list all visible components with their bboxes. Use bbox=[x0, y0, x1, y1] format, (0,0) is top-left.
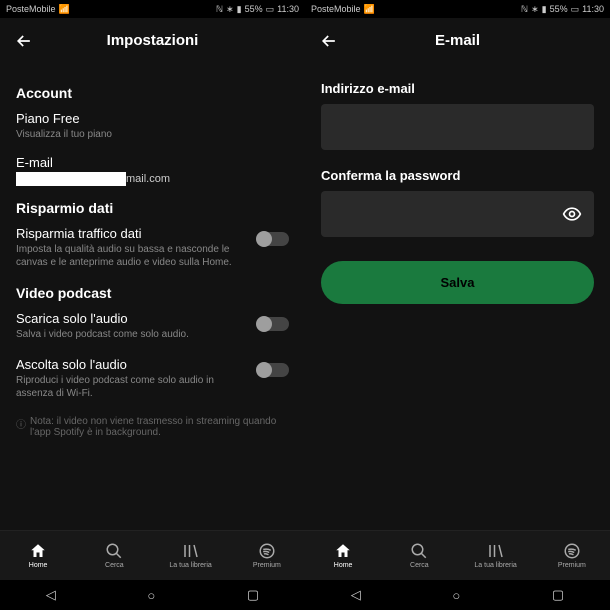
section-account: Account bbox=[16, 85, 289, 101]
nav-back[interactable]: ◁ bbox=[351, 587, 361, 603]
library-icon bbox=[182, 542, 200, 560]
plan-sub: Visualizza il tuo piano bbox=[16, 128, 289, 141]
time-label: 11:30 bbox=[582, 4, 604, 14]
listen-audio-title: Ascolta solo l'audio bbox=[16, 357, 247, 372]
note-text: Nota: il video non viene trasmesso in st… bbox=[30, 416, 289, 438]
tab-bar: Home Cerca La tua libreria Premium bbox=[305, 530, 610, 580]
nfc-icon: ℕ bbox=[216, 4, 223, 15]
password-field-label: Conferma la password bbox=[321, 168, 594, 183]
battery-icon: ▭ bbox=[266, 4, 275, 15]
data-saver-row: Risparmia traffico dati Imposta la quali… bbox=[16, 226, 289, 269]
tab-search-label: Cerca bbox=[410, 562, 429, 569]
carrier-label: PosteMobile bbox=[311, 4, 361, 14]
password-input[interactable] bbox=[321, 191, 594, 237]
tab-premium[interactable]: Premium bbox=[229, 531, 305, 580]
back-button[interactable] bbox=[14, 31, 34, 51]
download-audio-sub: Salva i video podcast come solo audio. bbox=[16, 328, 247, 341]
bluetooth-icon: ∗ bbox=[531, 4, 539, 15]
signal-icon: ▮ bbox=[542, 4, 547, 15]
email-tail: mail.com bbox=[126, 173, 170, 185]
header: E-mail bbox=[305, 18, 610, 63]
page-title: Impostazioni bbox=[107, 32, 199, 49]
tab-premium-label: Premium bbox=[253, 562, 281, 569]
signal-icon: ▮ bbox=[237, 4, 242, 15]
wifi-icon: 📶 bbox=[59, 4, 70, 15]
tab-library-label: La tua libreria bbox=[169, 562, 211, 569]
tab-bar: Home Cerca La tua libreria Premium bbox=[0, 530, 305, 580]
save-button-label: Salva bbox=[441, 275, 475, 290]
download-audio-title: Scarica solo l'audio bbox=[16, 311, 247, 326]
home-icon bbox=[334, 542, 352, 560]
carrier-label: PosteMobile bbox=[6, 4, 56, 14]
spotify-icon bbox=[563, 542, 581, 560]
spotify-icon bbox=[258, 542, 276, 560]
listen-audio-toggle[interactable] bbox=[257, 363, 289, 377]
tab-library[interactable]: La tua libreria bbox=[153, 531, 229, 580]
show-password-icon[interactable] bbox=[562, 204, 582, 224]
nav-home[interactable]: ○ bbox=[147, 588, 155, 603]
email-input[interactable] bbox=[321, 104, 594, 150]
section-data: Risparmio dati bbox=[16, 200, 289, 216]
tab-premium[interactable]: Premium bbox=[534, 531, 610, 580]
library-icon bbox=[487, 542, 505, 560]
nav-recent[interactable]: ▢ bbox=[552, 587, 564, 603]
tab-home-label: Home bbox=[334, 562, 353, 569]
tab-home[interactable]: Home bbox=[305, 531, 381, 580]
tab-premium-label: Premium bbox=[558, 562, 586, 569]
nav-home[interactable]: ○ bbox=[452, 588, 460, 603]
status-bar: PosteMobile 📶 ℕ ∗ ▮ 55% ▭ 11:30 bbox=[0, 0, 305, 18]
plan-row[interactable]: Piano Free Visualizza il tuo piano bbox=[16, 111, 289, 141]
tab-library[interactable]: La tua libreria bbox=[458, 531, 534, 580]
listen-audio-sub: Riproduci i video podcast come solo audi… bbox=[16, 374, 247, 400]
header: Impostazioni bbox=[0, 18, 305, 63]
battery-icon: ▭ bbox=[571, 4, 580, 15]
nav-back[interactable]: ◁ bbox=[46, 587, 56, 603]
bluetooth-icon: ∗ bbox=[226, 4, 234, 15]
tab-search[interactable]: Cerca bbox=[381, 531, 457, 580]
page-title: E-mail bbox=[435, 32, 480, 49]
status-bar: PosteMobile 📶 ℕ ∗ ▮ 55% ▭ 11:30 bbox=[305, 0, 610, 18]
data-saver-title: Risparmia traffico dati bbox=[16, 226, 247, 241]
info-icon: ⓘ bbox=[16, 416, 26, 438]
battery-label: 55% bbox=[550, 4, 568, 14]
android-nav: ◁ ○ ▢ bbox=[305, 580, 610, 610]
wifi-icon: 📶 bbox=[364, 4, 375, 15]
nfc-icon: ℕ bbox=[521, 4, 528, 15]
data-saver-toggle[interactable] bbox=[257, 232, 289, 246]
listen-audio-row: Ascolta solo l'audio Riproduci i video p… bbox=[16, 357, 289, 400]
section-video: Video podcast bbox=[16, 285, 289, 301]
search-icon bbox=[105, 542, 123, 560]
search-icon bbox=[410, 542, 428, 560]
download-audio-toggle[interactable] bbox=[257, 317, 289, 331]
time-label: 11:30 bbox=[277, 4, 299, 14]
back-button[interactable] bbox=[319, 31, 339, 51]
tab-library-label: La tua libreria bbox=[474, 562, 516, 569]
video-note: ⓘ Nota: il video non viene trasmesso in … bbox=[16, 416, 289, 438]
battery-label: 55% bbox=[245, 4, 263, 14]
tab-search-label: Cerca bbox=[105, 562, 124, 569]
save-button[interactable]: Salva bbox=[321, 261, 594, 304]
tab-home-label: Home bbox=[29, 562, 48, 569]
tab-home[interactable]: Home bbox=[0, 531, 76, 580]
download-audio-row: Scarica solo l'audio Salva i video podca… bbox=[16, 311, 289, 341]
home-icon bbox=[29, 542, 47, 560]
tab-search[interactable]: Cerca bbox=[76, 531, 152, 580]
email-redacted bbox=[16, 172, 126, 186]
email-label: E-mail bbox=[16, 155, 289, 170]
nav-recent[interactable]: ▢ bbox=[247, 587, 259, 603]
plan-title: Piano Free bbox=[16, 111, 289, 126]
android-nav: ◁ ○ ▢ bbox=[0, 580, 305, 610]
email-field-label: Indirizzo e-mail bbox=[321, 81, 594, 96]
data-saver-sub: Imposta la qualità audio su bassa e nasc… bbox=[16, 243, 247, 269]
email-row[interactable]: E-mail mail.com bbox=[16, 155, 289, 186]
